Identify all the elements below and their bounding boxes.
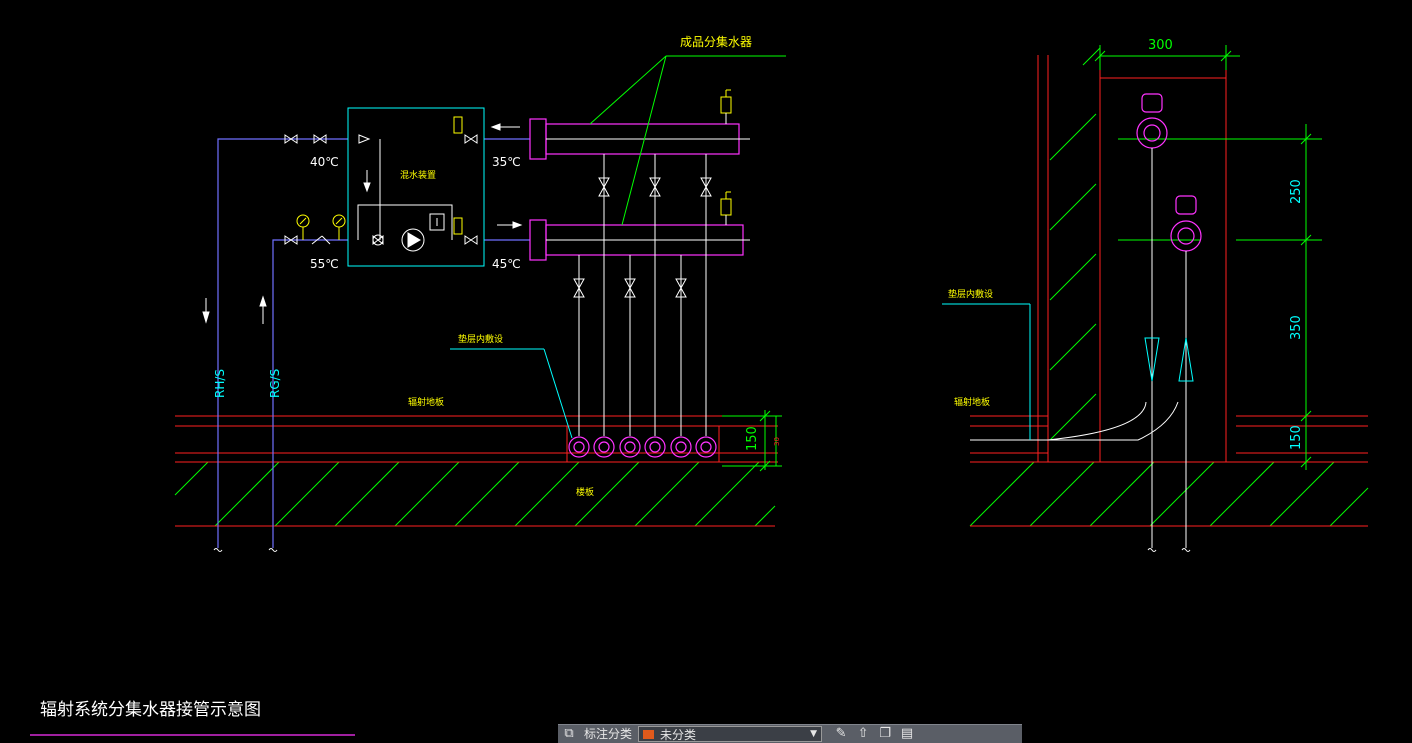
selected-layer-text: 未分类 <box>660 727 697 742</box>
layers-icon[interactable]: ⧉ <box>558 725 580 743</box>
mixing-unit-label: 混水装置 <box>400 169 436 181</box>
layer-select[interactable]: 未分类 ▼ <box>638 726 823 742</box>
pen-icon[interactable]: ✎ <box>830 725 852 743</box>
temp-return-out: 40℃ <box>310 155 339 169</box>
floor-slab-label: 楼板 <box>576 486 594 498</box>
section-cushion-label: 垫层内敷设 <box>948 288 993 300</box>
temp-supply-in: 55℃ <box>310 257 339 271</box>
dim-width-label: 300 <box>1148 38 1173 53</box>
layer-color-swatch <box>643 729 655 739</box>
manifold-label: 成品分集水器 <box>680 34 752 49</box>
temp-return-in: 35℃ <box>492 155 521 169</box>
drawing-title: 辐射系统分集水器接管示意图 <box>40 700 261 720</box>
temp-supply-out: 45℃ <box>492 257 521 271</box>
dim-150b-label: 150 <box>1289 425 1304 450</box>
copy-icon[interactable]: ❐ <box>874 725 896 743</box>
section-radiant-label: 辐射地板 <box>954 396 990 408</box>
radiant-floor-label: 辐射地板 <box>408 396 444 408</box>
return-pipe-label: RH/S <box>213 369 227 398</box>
chevron-down-icon: ▼ <box>810 729 818 739</box>
arrow-up-icon[interactable]: ⇧ <box>852 725 874 743</box>
save-icon[interactable]: ▤ <box>896 725 918 743</box>
cushion-layer-label: 垫层内敷设 <box>458 333 503 345</box>
cad-drawing-canvas[interactable]: 150 30 RH/S RG/S 混水装置 40℃ 55℃ 35℃ 45℃ 成品… <box>0 0 1412 742</box>
dim-250-label: 250 <box>1289 179 1304 204</box>
dim-150-label: 150 <box>745 426 760 451</box>
dim-small-label: 30 <box>773 437 781 446</box>
annotation-toolbar: ⧉ 标注分类 未分类 ▼ ✎ ⇧ ❐ ▤ <box>558 724 1022 743</box>
supply-pipe-label: RG/S <box>268 369 282 398</box>
dim-350-label: 350 <box>1289 315 1304 340</box>
layer-category-label: 标注分类 <box>584 727 633 741</box>
